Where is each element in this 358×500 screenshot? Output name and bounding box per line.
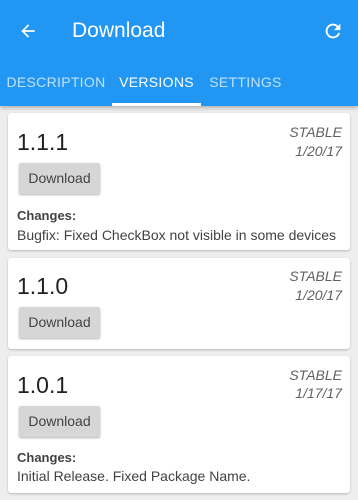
release-date: 1/17/17 (295, 385, 342, 401)
back-button[interactable] (14, 17, 42, 45)
changes-label: Changes: (17, 450, 77, 465)
version-card: 1.1.1 STABLE 1/20/17 Download Changes: B… (8, 113, 350, 250)
changes-text: Bugfix: Fixed CheckBox not visible in so… (17, 227, 337, 243)
page-title: Download (72, 19, 166, 42)
release-date: 1/20/17 (295, 287, 342, 303)
version-number: 1.1.0 (17, 273, 69, 299)
changes-label: Changes: (17, 208, 77, 223)
version-card: 1.1.0 STABLE 1/20/17 Download (8, 258, 350, 349)
release-date: 1/20/17 (295, 143, 342, 159)
version-card: 1.0.1 STABLE 1/17/17 Download Changes: I… (8, 356, 350, 493)
changes-text: Initial Release. Fixed Package Name. (17, 468, 251, 484)
tab-bar: DESCRIPTION VERSIONS SETTINGS (0, 62, 358, 106)
download-button[interactable]: Download (19, 307, 100, 338)
channel-label: STABLE (289, 124, 342, 140)
version-number: 1.1.1 (17, 129, 69, 155)
tab-description[interactable]: DESCRIPTION (0, 62, 112, 106)
version-number: 1.0.1 (17, 372, 69, 398)
tab-versions[interactable]: VERSIONS (112, 62, 201, 106)
refresh-button[interactable] (319, 17, 347, 45)
arrow-back-icon (21, 24, 35, 38)
channel-label: STABLE (289, 367, 342, 383)
download-button[interactable]: Download (19, 406, 100, 437)
toolbar: Download (0, 0, 358, 62)
app-bar: Download DESCRIPTION VERSIONS SETTINGS (0, 0, 358, 106)
tab-indicator (112, 103, 201, 106)
tab-settings[interactable]: SETTINGS (201, 62, 290, 106)
channel-label: STABLE (289, 268, 342, 284)
download-button[interactable]: Download (19, 163, 100, 194)
refresh-icon (325, 23, 341, 39)
